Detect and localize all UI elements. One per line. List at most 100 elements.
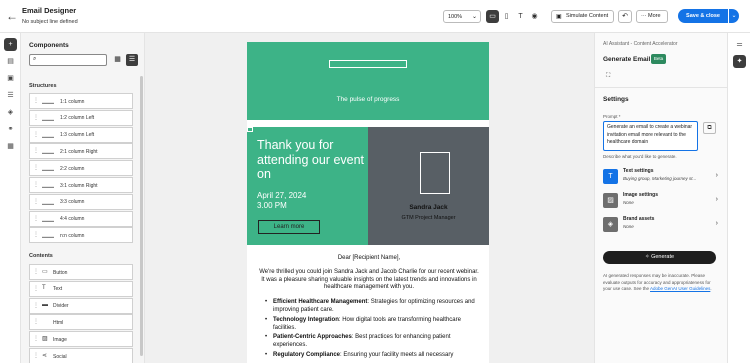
structure-item[interactable]: ⋮ ▬▬▬ 2:2 column (29, 160, 133, 177)
setting-value: None (623, 224, 634, 229)
drag-handle-icon[interactable]: ⋮ (33, 302, 39, 309)
drag-handle-icon[interactable]: ⋮ (33, 231, 39, 238)
structure-item[interactable]: ⋮ ▬▬▬ 1:2 column Left (29, 109, 133, 126)
hero-right-column[interactable]: Sandra Jack GTM Project Manager (368, 127, 489, 245)
drag-handle-icon[interactable]: ⋮ (33, 147, 39, 154)
guidelines-link[interactable]: Adobe GenAI User Guidelines (650, 286, 710, 291)
column-layout-icon: ▬▬▬ (42, 200, 54, 206)
components-search-input[interactable]: ⌕ (29, 54, 107, 66)
mobile-view-icon[interactable]: ▯ (500, 10, 513, 23)
structure-item[interactable]: ⋮ ▬▬▬ 3:3 column (29, 193, 133, 210)
simulate-label: Simulate Content (566, 13, 609, 19)
generate-label: Generate (651, 254, 675, 260)
prompt-library-icon[interactable]: ⧉ (703, 122, 716, 134)
drag-handle-icon[interactable]: ⋮ (33, 268, 39, 275)
setting-row[interactable]: ▨ Image settings None › (603, 192, 718, 212)
structure-item[interactable]: ⋮ ▬▬▬ 1:3 column Left (29, 126, 133, 143)
assets-icon[interactable]: ▣ (4, 72, 17, 85)
link-icon[interactable]: ⚭ (4, 123, 17, 136)
drag-handle-icon[interactable]: ⋮ (33, 181, 39, 188)
more-label: More (648, 13, 661, 19)
banner-section[interactable]: The pulse of progress (247, 42, 489, 120)
ai-panel-title: Generate Email (603, 56, 651, 63)
list-view-icon[interactable]: ☰ (126, 54, 138, 66)
hero-datetime[interactable]: April 27, 2024 3.00 PM (257, 191, 306, 211)
topic-item[interactable]: Efficient Healthcare Management: Strateg… (265, 299, 479, 315)
properties-sliders-icon[interactable]: ⚌ (733, 38, 746, 51)
setting-name: Text settings (623, 168, 654, 174)
topic-item[interactable]: Regulatory Compliance: Ensuring your fac… (265, 352, 479, 360)
undo-icon[interactable]: ↶ (618, 10, 632, 23)
structure-item[interactable]: ⋮ ▬▬▬ 1:1 column (29, 93, 133, 109)
intro-paragraph[interactable]: We're thrilled you could join Sandra Jac… (259, 269, 479, 292)
content-item[interactable]: ⋮ ▬ Divider (29, 297, 133, 314)
sparkle-icon: ✧ (644, 254, 650, 260)
components-scrollbar[interactable] (140, 76, 143, 356)
back-arrow-icon[interactable]: ← (5, 9, 19, 23)
topics-list[interactable]: Efficient Healthcare Management: Strateg… (259, 299, 479, 360)
drag-handle-icon[interactable]: ⋮ (33, 97, 39, 104)
content-item[interactable]: ⋮ ⋖ Social (29, 348, 133, 363)
drag-handle-icon[interactable]: ⋮ (33, 335, 39, 342)
navigation-tree-icon[interactable]: ☰ (4, 89, 17, 102)
logo-image-placeholder[interactable] (329, 60, 407, 68)
button-icon: ▭ (42, 269, 48, 275)
column-layout-icon: ▬▬▬ (42, 116, 54, 122)
drag-handle-icon[interactable]: ⋮ (33, 131, 39, 138)
content-item[interactable]: ⋮ ▭ Button (29, 264, 133, 280)
add-components-icon[interactable]: + (4, 38, 17, 51)
topic-item[interactable]: Technology Integration: How digital tool… (265, 317, 479, 333)
prompt-textarea[interactable]: Generate an email to create a webinar in… (603, 121, 698, 151)
speaker-role[interactable]: GTM Project Manager (368, 215, 489, 221)
simulate-content-button[interactable]: ▣ Simulate Content (551, 10, 614, 23)
topic-item[interactable]: Patient-Centric Approaches: Best practic… (265, 334, 479, 350)
email-canvas: The pulse of progress Thank you for atte… (145, 33, 594, 363)
drag-handle-icon[interactable]: ⋮ (33, 198, 39, 205)
text-view-icon[interactable]: T (514, 10, 527, 23)
structure-item[interactable]: ⋮ ▬▬▬ 2:1 column Right (29, 143, 133, 160)
email-body[interactable]: Dear [Recipient Name], We're thrilled yo… (259, 255, 479, 362)
structure-item[interactable]: ⋮ ▬▬▬ n:n column (29, 227, 133, 244)
drag-handle-icon[interactable]: ⋮ (33, 318, 39, 325)
layers-icon[interactable]: ◈ (4, 106, 17, 119)
desktop-view-icon[interactable]: ▭ (486, 10, 499, 23)
greeting[interactable]: Dear [Recipient Name], (259, 255, 479, 263)
hero-left-column[interactable]: Thank you for attending our event on Apr… (247, 127, 368, 245)
structure-item[interactable]: ⋮ ▬▬▬ 3:1 column Right (29, 177, 133, 193)
ai-assistant-icon[interactable]: ✦ (733, 55, 746, 68)
zoom-select[interactable]: 100% ⌄ (443, 10, 481, 23)
structure-item[interactable]: ⋮ ▬▬▬ 4:4 column (29, 210, 133, 227)
drag-handle-icon[interactable]: ⋮ (33, 164, 39, 171)
email-preview[interactable]: The pulse of progress Thank you for atte… (247, 42, 489, 363)
drag-handle-icon[interactable]: ⋮ (33, 114, 39, 121)
content-item[interactable]: ⋮ ▨ Image (29, 331, 133, 348)
speaker-name[interactable]: Sandra Jack (368, 204, 489, 211)
text-icon: T (42, 284, 46, 291)
learn-more-button[interactable]: Learn more (258, 220, 320, 234)
expand-icon[interactable]: ⛶ (606, 73, 610, 80)
drag-handle-icon[interactable]: ⋮ (33, 215, 39, 222)
content-item[interactable]: ⋮ Html (29, 314, 133, 331)
personalization-icon[interactable]: ▦ (4, 140, 17, 153)
drag-handle-icon[interactable]: ⋮ (33, 285, 39, 292)
subject-line-status[interactable]: No subject line defined (22, 19, 78, 25)
more-button[interactable]: ··· More (636, 10, 668, 23)
grid-view-icon[interactable]: ▦ (112, 54, 123, 66)
components-panel: Components ⌕ ▦ ☰ Structures ⋮ ▬▬▬ 1:1 colu… (21, 33, 145, 363)
fragments-icon[interactable]: ▤ (4, 55, 17, 68)
save-options-chevron-icon[interactable]: ⌄ (729, 9, 739, 23)
speaker-image-placeholder[interactable] (420, 152, 450, 194)
drag-handle-icon[interactable]: ⋮ (33, 352, 39, 359)
setting-row[interactable]: ◈ Brand assets None › (603, 216, 718, 236)
settings-title: Settings (603, 96, 629, 103)
banner-tagline[interactable]: The pulse of progress (247, 96, 489, 103)
hero-title[interactable]: Thank you for attending our event on (257, 138, 365, 182)
content-item[interactable]: ⋮ T Text (29, 280, 133, 297)
save-close-button[interactable]: Save & close (678, 9, 728, 23)
hero-section[interactable]: Thank you for attending our event on Apr… (247, 127, 489, 245)
setting-row[interactable]: T Text settings Buying group, Marketing jo… (603, 168, 718, 188)
prompt-help-text: Describe what you'd like to generate. (603, 154, 677, 159)
generate-button[interactable]: ✧ Generate (603, 251, 716, 264)
preview-eye-icon[interactable]: ◉ (528, 10, 541, 23)
structure-label: 1:3 column Left (60, 132, 95, 139)
